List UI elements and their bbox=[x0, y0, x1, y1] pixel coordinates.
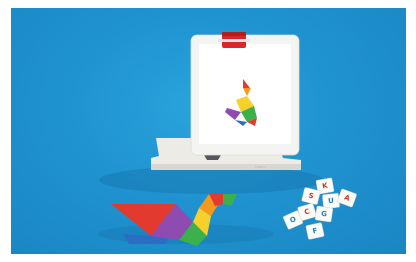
letter-tile: G bbox=[315, 205, 333, 223]
photo-frame: Osmo K S U A C G O F bbox=[0, 0, 416, 262]
stand-slot bbox=[204, 155, 221, 160]
photo-scene: Osmo K S U A C G O F bbox=[98, 32, 357, 246]
stand-base-edge bbox=[151, 164, 301, 170]
reflector-clip bbox=[218, 32, 250, 48]
stand-brand-label: Osmo bbox=[255, 164, 266, 169]
tangram-green-beak bbox=[223, 194, 237, 206]
letter-tile: A bbox=[337, 188, 357, 208]
reflector-top bbox=[222, 32, 246, 36]
reflector-bracket bbox=[218, 39, 250, 42]
letter-tile: F bbox=[305, 222, 325, 240]
letter-tile: U bbox=[322, 193, 340, 209]
product-photo: Osmo K S U A C G O F bbox=[11, 8, 406, 254]
stand-shadow bbox=[99, 166, 323, 194]
letter-tile-text: U bbox=[328, 197, 335, 206]
tablet bbox=[190, 34, 300, 156]
tablet-screen bbox=[199, 44, 291, 144]
